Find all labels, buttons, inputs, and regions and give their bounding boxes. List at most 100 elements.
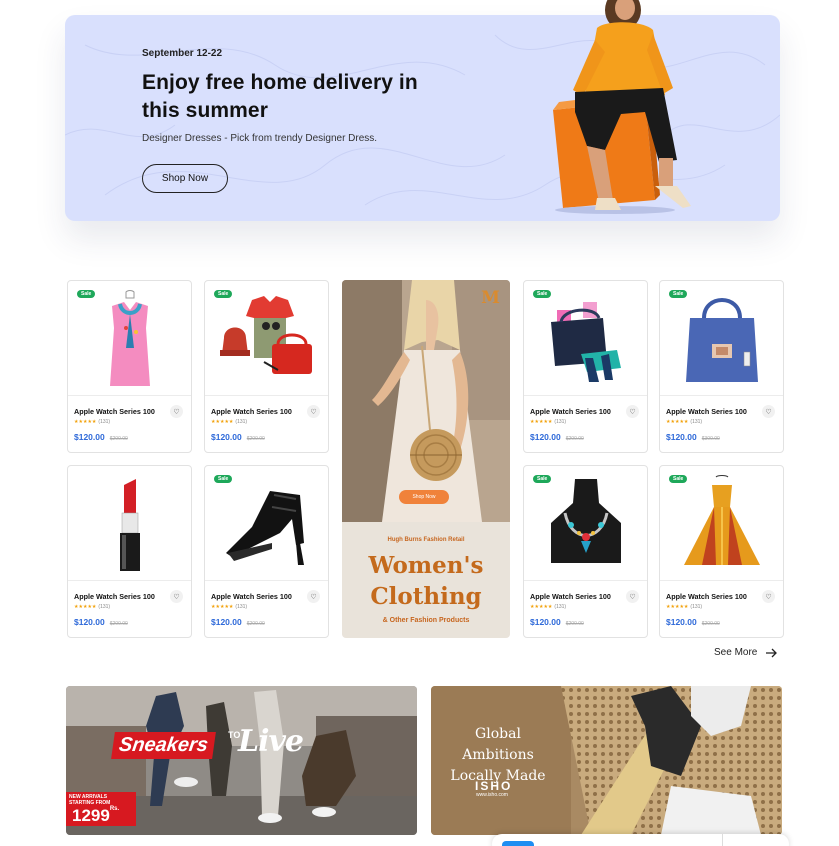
product-card[interactable]: Sale Apple Watch Series 100 ♡ ★★★★★ (131)…: [523, 465, 648, 638]
sneakers-word: Sneakers: [111, 732, 216, 759]
star-icons: ★★★★★: [530, 419, 553, 425]
heart-icon[interactable]: ♡: [762, 405, 775, 418]
current-price: $120.00: [211, 617, 242, 627]
price: $120.00 $300.00: [666, 432, 720, 442]
price: $120.00 $200.00: [530, 432, 584, 442]
rating: ★★★★★ (131): [211, 604, 247, 610]
sale-badge: Sale: [533, 290, 552, 298]
old-price: $200.00: [246, 436, 265, 442]
necklace-image: [550, 479, 621, 563]
global-ambitions-text: Global Ambitions Locally Made: [438, 724, 558, 787]
product-card[interactable]: Sale Apple Watch Series 100 ♡ ★★★★★ (131)…: [659, 280, 784, 453]
heart-icon[interactable]: ♡: [762, 590, 775, 603]
old-price: $200.00: [565, 436, 584, 442]
heart-icon[interactable]: ♡: [626, 405, 639, 418]
promo-title-line1: Women's: [368, 552, 484, 579]
promo-title-line2: Clothing: [370, 583, 482, 610]
current-price: $120.00: [530, 617, 561, 627]
rating: ★★★★★ (131): [211, 419, 247, 425]
product-image[interactable]: Sale: [524, 281, 647, 396]
review-count: (131): [98, 419, 111, 425]
product-card[interactable]: Sale Apple Watch Series 100 ♡ ★★★★★ (131)…: [67, 280, 192, 453]
sale-badge: Sale: [533, 475, 552, 483]
current-price: $120.00: [666, 617, 697, 627]
price: $120.00 $200.00: [74, 617, 128, 627]
bottom-floating-bar: [492, 834, 789, 846]
hero-subtitle: Designer Dresses - Pick from trendy Desi…: [142, 133, 378, 144]
price-suffix: Rs.: [109, 806, 120, 812]
hero-title: Enjoy free home delivery in this summer: [142, 71, 418, 122]
star-icons: ★★★★★: [530, 604, 553, 610]
price: $120.00 $200.00: [211, 432, 265, 442]
old-price: $200.00: [565, 621, 584, 627]
shop-now-button[interactable]: Shop Now: [142, 164, 228, 193]
star-icons: ★★★★★: [74, 419, 97, 425]
rating: ★★★★★ (131): [666, 604, 702, 610]
product-card[interactable]: Sale Apple Watch Series 100 ♡ ★★★★★ (131)…: [204, 465, 329, 638]
review-count: (131): [235, 604, 248, 610]
starting-price: 1299Rs.: [66, 806, 136, 826]
product-image[interactable]: Sale: [524, 466, 647, 581]
old-price: $200.00: [701, 621, 720, 627]
product-image[interactable]: Sale: [205, 281, 328, 396]
heart-icon[interactable]: ♡: [626, 590, 639, 603]
product-image[interactable]: Sale: [660, 281, 783, 396]
sneakers-banner[interactable]: Sneakers TO Live NEW ARRIVALS STARTING F…: [66, 686, 417, 835]
womens-clothing-promo[interactable]: M Shop Now Hugh Burns Fashion Retail Wom…: [342, 280, 510, 638]
product-name[interactable]: Apple Watch Series 100: [74, 407, 155, 416]
see-more-link[interactable]: See More: [714, 647, 778, 658]
rating: ★★★★★ (131): [666, 419, 702, 425]
blue-chip[interactable]: [502, 841, 534, 846]
see-more-label: See More: [714, 647, 758, 658]
outfit-set-image: [219, 296, 312, 374]
promo-shop-now-button[interactable]: Shop Now: [399, 490, 449, 504]
sale-badge: Sale: [77, 290, 96, 298]
heart-icon[interactable]: ♡: [307, 405, 320, 418]
model-with-basket-bag-image: [342, 280, 510, 522]
heart-icon[interactable]: ♡: [307, 590, 320, 603]
product-name[interactable]: Apple Watch Series 100: [530, 592, 611, 601]
current-price: $120.00: [530, 432, 561, 442]
isho-logo: ISHO: [475, 779, 513, 793]
product-card[interactable]: Sale Apple Watch Series 100 ♡ ★★★★★ (131)…: [523, 280, 648, 453]
hero-date: September 12-22: [142, 48, 223, 59]
arrow-right-icon: [766, 648, 778, 657]
product-image[interactable]: Sale: [68, 281, 191, 396]
global-ambitions-banner[interactable]: Global Ambitions Locally Made ISHO www.i…: [431, 686, 782, 835]
product-name[interactable]: Apple Watch Series 100: [211, 592, 292, 601]
promo-footer: & Other Fashion Products: [382, 617, 470, 624]
price: $120.00 $200.00: [666, 617, 720, 627]
product-card[interactable]: Sale Apple Watch Series 100 ♡ ★★★★★ (131)…: [204, 280, 329, 453]
product-card[interactable]: Sale Apple Watch Series 100 ♡ ★★★★★ (131)…: [659, 465, 784, 638]
product-card[interactable]: Apple Watch Series 100 ♡ ★★★★★ (131) $120…: [67, 465, 192, 638]
star-icons: ★★★★★: [74, 604, 97, 610]
star-icons: ★★★★★: [666, 419, 689, 425]
heart-icon[interactable]: ♡: [170, 590, 183, 603]
product-name[interactable]: Apple Watch Series 100: [666, 592, 747, 601]
sale-badge: Sale: [669, 475, 688, 483]
current-price: $120.00: [74, 617, 105, 627]
old-price: $200.00: [109, 436, 128, 442]
high-heels-image: [225, 491, 304, 565]
review-count: (131): [554, 604, 567, 610]
product-image[interactable]: Sale: [660, 466, 783, 581]
model-on-cube-image: [553, 0, 691, 214]
heart-icon[interactable]: ♡: [170, 405, 183, 418]
promo-kicker: Hugh Burns Fashion Retail: [387, 537, 465, 543]
sneakers-live: Live: [238, 724, 304, 759]
product-name[interactable]: Apple Watch Series 100: [530, 407, 611, 416]
star-icons: ★★★★★: [211, 604, 234, 610]
review-count: (131): [235, 419, 248, 425]
rating: ★★★★★ (131): [74, 604, 110, 610]
product-name[interactable]: Apple Watch Series 100: [74, 592, 155, 601]
review-count: (131): [98, 604, 111, 610]
product-image[interactable]: Sale: [205, 466, 328, 581]
rating: ★★★★★ (131): [530, 419, 566, 425]
product-name[interactable]: Apple Watch Series 100: [211, 407, 292, 416]
product-name[interactable]: Apple Watch Series 100: [666, 407, 747, 416]
golden-gown-image: [683, 475, 760, 565]
pink-top-image: [109, 290, 150, 386]
product-image[interactable]: [68, 466, 191, 581]
price: $120.00 $200.00: [530, 617, 584, 627]
current-price: $120.00: [211, 432, 242, 442]
